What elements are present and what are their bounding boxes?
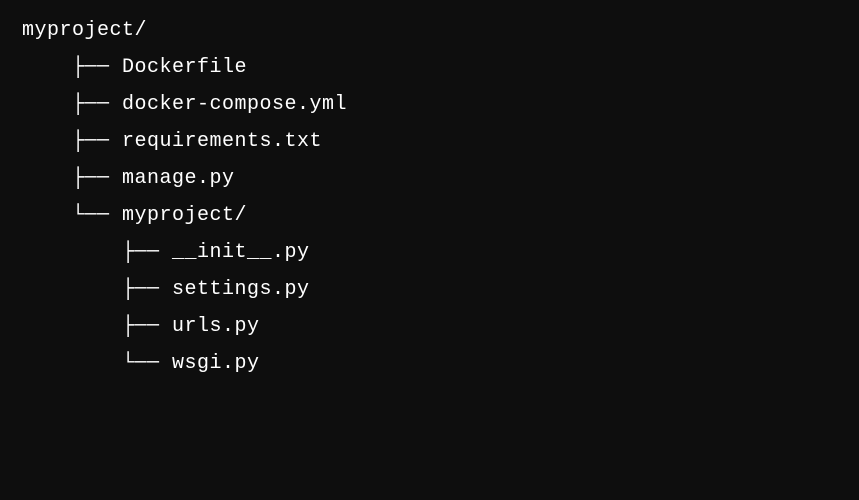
tree-item-init: ├── __init__.py (22, 234, 837, 271)
tree-subdir-myproject: └── myproject/ (22, 197, 837, 234)
tree-item-manage: ├── manage.py (22, 160, 837, 197)
tree-item-dockerfile: ├── Dockerfile (22, 49, 837, 86)
tree-item-settings: ├── settings.py (22, 271, 837, 308)
tree-item-requirements: ├── requirements.txt (22, 123, 837, 160)
tree-item-urls: ├── urls.py (22, 308, 837, 345)
file-tree-block: myproject/ ├── Dockerfile ├── docker-com… (22, 12, 837, 382)
tree-item-wsgi: └── wsgi.py (22, 345, 837, 382)
tree-item-docker-compose: ├── docker-compose.yml (22, 86, 837, 123)
tree-root: myproject/ (22, 12, 837, 49)
